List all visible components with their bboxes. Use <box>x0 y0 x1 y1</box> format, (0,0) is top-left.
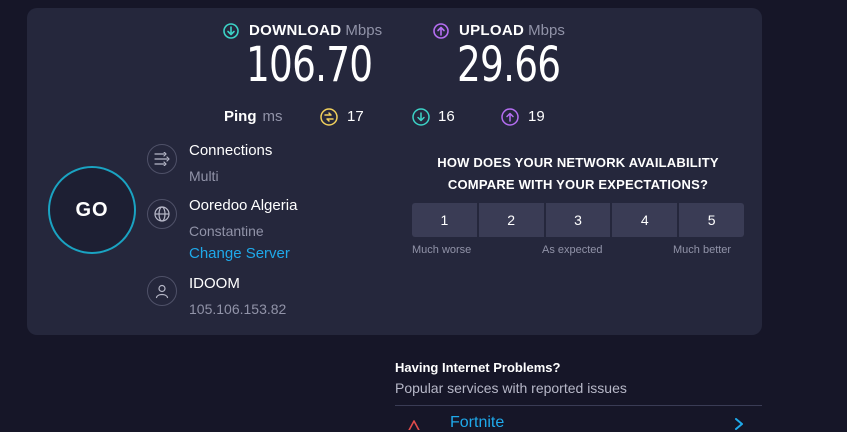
chevron-right-icon[interactable] <box>734 418 744 430</box>
ping-idle-icon <box>320 108 338 126</box>
survey-question-line1: HOW DOES YOUR NETWORK AVAILABILITY <box>437 155 719 170</box>
ping-idle-value: 17 <box>347 108 364 125</box>
server-location: Constantine <box>189 223 264 239</box>
ping-upload-value: 19 <box>528 108 545 125</box>
isp-ip-address: 105.106.153.82 <box>189 301 287 317</box>
go-button[interactable]: GO <box>48 166 136 254</box>
ping-header: Ping ms <box>224 108 283 126</box>
rating-option-3[interactable]: 3 <box>545 203 611 237</box>
connections-icon <box>147 144 177 174</box>
ping-download-value: 16 <box>438 108 455 125</box>
user-icon <box>147 276 177 306</box>
survey-question: HOW DOES YOUR NETWORK AVAILABILITY COMPA… <box>395 152 761 196</box>
ping-unit: ms <box>262 108 283 125</box>
service-item-fortnite[interactable]: Fortnite <box>450 414 504 432</box>
change-server-link[interactable]: Change Server <box>189 245 290 262</box>
ping-upload-icon <box>501 108 519 126</box>
ping-download-icon <box>412 108 430 126</box>
rating-option-4[interactable]: 4 <box>612 203 678 237</box>
rating-option-5[interactable]: 5 <box>679 203 744 237</box>
rating-option-1[interactable]: 1 <box>412 203 477 237</box>
problems-subtitle: Popular services with reported issues <box>395 380 627 396</box>
warning-icon <box>408 420 420 430</box>
survey-rating-scale: 1 2 3 4 5 <box>412 203 744 237</box>
connections-value: Multi <box>189 168 219 184</box>
server-name: Ooredoo Algeria <box>189 197 298 214</box>
connections-title: Connections <box>189 142 273 159</box>
scale-mid-label: As expected <box>542 244 603 256</box>
ping-label: Ping <box>224 108 257 125</box>
globe-icon <box>147 199 177 229</box>
isp-name: IDOOM <box>189 275 240 292</box>
scale-high-label: Much better <box>673 244 732 256</box>
scale-low-label: Much worse <box>412 244 472 256</box>
problems-title: Having Internet Problems? <box>395 360 561 375</box>
divider <box>395 405 762 406</box>
download-speed-value: 106.70 <box>246 37 373 93</box>
rating-option-2[interactable]: 2 <box>478 203 544 237</box>
arrow-up-circle-icon <box>433 23 449 39</box>
arrow-down-circle-icon <box>223 23 239 39</box>
survey-question-line2: COMPARE WITH YOUR EXPECTATIONS? <box>447 177 709 192</box>
upload-speed-value: 29.66 <box>457 37 561 93</box>
